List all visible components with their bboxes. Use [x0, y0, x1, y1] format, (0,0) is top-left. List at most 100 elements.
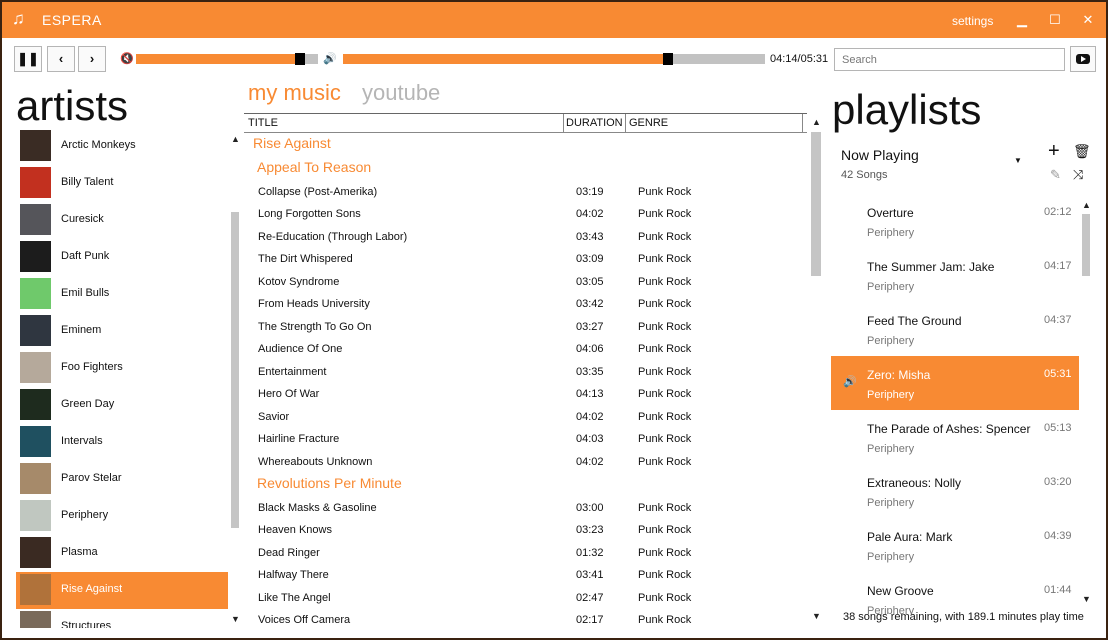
table-row[interactable]: Like The Angel 02:47 Punk Rock [244, 587, 807, 609]
playlist-item[interactable]: Overture 02:12 Periphery [831, 194, 1079, 248]
seek-bar[interactable] [343, 53, 765, 65]
playlist-scrollbar-thumb[interactable] [1082, 214, 1090, 276]
artist-name: Periphery [61, 509, 109, 521]
artist-scroll-up-icon[interactable]: ▲ [231, 134, 240, 144]
volume-thumb[interactable] [295, 53, 305, 65]
song-title: Voices Off Camera [258, 614, 351, 626]
song-duration: 04:06 [576, 343, 604, 355]
column-divider[interactable] [625, 114, 626, 132]
artist-name: Eminem [61, 324, 102, 336]
edit-playlist-icon[interactable]: ✎ [1050, 167, 1061, 183]
table-scroll-down-icon[interactable]: ▼ [812, 611, 821, 621]
column-duration[interactable]: DURATION [566, 117, 623, 129]
column-title[interactable]: TITLE [248, 117, 278, 129]
tab-youtube[interactable]: youtube [362, 80, 440, 106]
artist-item[interactable]: Plasma [16, 535, 228, 572]
playlist-selector[interactable]: Now Playing [841, 147, 919, 163]
playlist-item[interactable]: Extraneous: Nolly 03:20 Periphery [831, 464, 1079, 518]
playlist-song-duration: 04:39 [1044, 530, 1072, 542]
seek-thumb[interactable] [663, 53, 673, 65]
table-row[interactable]: Re-Education (Through Labor) 03:43 Punk … [244, 226, 807, 248]
table-header: TITLE DURATION GENRE [244, 113, 807, 133]
delete-playlist-icon[interactable]: 🗑 [1073, 143, 1091, 160]
song-title: The Strength To Go On [258, 321, 372, 333]
search-input[interactable] [834, 48, 1065, 71]
chevron-down-icon[interactable]: ▼ [1014, 156, 1022, 165]
artist-item[interactable]: Intervals [16, 424, 228, 461]
artist-item[interactable]: Foo Fighters [16, 350, 228, 387]
table-row[interactable]: Kotov Syndrome 03:05 Punk Rock [244, 271, 807, 293]
pause-button[interactable]: ❚❚ [14, 46, 42, 72]
pause-icon: ❚❚ [17, 51, 39, 66]
settings-link[interactable]: settings [952, 14, 993, 28]
table-row[interactable]: Hero Of War 04:13 Punk Rock [244, 383, 807, 405]
artist-item[interactable]: Arctic Monkeys [16, 128, 228, 165]
youtube-button[interactable] [1070, 46, 1096, 72]
mute-icon[interactable]: 🔇 [120, 52, 134, 65]
song-title: Hairline Fracture [258, 433, 340, 445]
tab-my-music[interactable]: my music [248, 80, 341, 106]
table-row[interactable]: Savior 04:02 Punk Rock [244, 406, 807, 428]
artist-item[interactable]: Daft Punk [16, 239, 228, 276]
table-row[interactable]: Heaven Knows 03:23 Punk Rock [244, 519, 807, 541]
artist-item[interactable]: Green Day [16, 387, 228, 424]
song-genre: Punk Rock [638, 343, 692, 355]
column-genre[interactable]: GENRE [629, 117, 668, 129]
artist-scroll-down-icon[interactable]: ▼ [231, 614, 240, 624]
table-scroll-up-icon[interactable]: ▲ [812, 117, 821, 127]
shuffle-icon[interactable]: ⤨ [1073, 167, 1083, 183]
table-row[interactable]: Whereabouts Unknown 04:02 Punk Rock [244, 451, 807, 473]
table-row[interactable]: The Strength To Go On 03:27 Punk Rock [244, 316, 807, 338]
table-row[interactable]: Entertainment 03:35 Punk Rock [244, 361, 807, 383]
maximize-icon[interactable]: ☐ [1045, 10, 1065, 30]
seek-fill [343, 54, 668, 64]
playlist-song-duration: 02:12 [1044, 206, 1072, 218]
song-genre: Punk Rock [638, 502, 692, 514]
column-divider[interactable] [802, 114, 803, 132]
column-divider[interactable] [563, 114, 564, 132]
artist-item[interactable]: Periphery [16, 498, 228, 535]
add-playlist-icon[interactable]: + [1048, 140, 1060, 163]
minimize-icon[interactable]: ▁ [1012, 10, 1032, 30]
volume-icon[interactable]: 🔊 [323, 52, 337, 65]
playlist-item-now-playing[interactable]: 🔊 Zero: Misha 05:31 Periphery [831, 356, 1079, 410]
volume-slider[interactable] [136, 53, 318, 65]
table-scrollbar-thumb[interactable] [811, 132, 821, 276]
song-duration: 03:43 [576, 231, 604, 243]
playlist-item[interactable]: Feed The Ground 04:37 Periphery [831, 302, 1079, 356]
close-icon[interactable]: ✕ [1078, 10, 1098, 30]
artist-item[interactable]: Curesick [16, 202, 228, 239]
playlist-item[interactable]: New Groove 01:44 Periphery [831, 572, 1079, 614]
playlist-song-artist: Periphery [867, 389, 915, 401]
playlist-remaining-info: 38 songs remaining, with 189.1 minutes p… [843, 611, 1084, 623]
previous-button[interactable]: ‹ [47, 46, 75, 72]
table-row[interactable]: Voices Off Camera 02:17 Punk Rock [244, 609, 807, 630]
table-row[interactable]: Dead Ringer 01:32 Punk Rock [244, 542, 807, 564]
playlist-item[interactable]: The Summer Jam: Jake 04:17 Periphery [831, 248, 1079, 302]
song-duration: 03:27 [576, 321, 604, 333]
table-row[interactable]: Hairline Fracture 04:03 Punk Rock [244, 428, 807, 450]
next-button[interactable]: › [78, 46, 106, 72]
playlist-scroll-down-icon[interactable]: ▼ [1082, 594, 1091, 604]
song-genre: Punk Rock [638, 411, 692, 423]
artist-item[interactable]: Emil Bulls [16, 276, 228, 313]
artist-item[interactable]: Parov Stelar [16, 461, 228, 498]
table-row[interactable]: From Heads University 03:42 Punk Rock [244, 293, 807, 315]
song-duration: 02:47 [576, 592, 604, 604]
artist-item[interactable]: Structures [16, 609, 228, 628]
artist-item[interactable]: Eminem [16, 313, 228, 350]
artist-item[interactable]: Rise Against [16, 572, 228, 609]
playlist-item[interactable]: The Parade of Ashes: Spencer 05:13 Perip… [831, 410, 1079, 464]
table-row[interactable]: Halfway There 03:41 Punk Rock [244, 564, 807, 586]
table-row[interactable]: Collapse (Post-Amerika) 03:19 Punk Rock [244, 181, 807, 203]
playlist-song-title: Extraneous: Nolly [867, 476, 962, 490]
table-row[interactable]: Audience Of One 04:06 Punk Rock [244, 338, 807, 360]
table-row[interactable]: Long Forgotten Sons 04:02 Punk Rock [244, 203, 807, 225]
table-row[interactable]: The Dirt Whispered 03:09 Punk Rock [244, 248, 807, 270]
table-row[interactable]: Black Masks & Gasoline 03:00 Punk Rock [244, 497, 807, 519]
playlist-item[interactable]: Pale Aura: Mark 04:39 Periphery [831, 518, 1079, 572]
artist-scrollbar-thumb[interactable] [231, 212, 239, 528]
playlist-scroll-up-icon[interactable]: ▲ [1082, 200, 1091, 210]
artist-item[interactable]: Billy Talent [16, 165, 228, 202]
song-genre: Punk Rock [638, 569, 692, 581]
